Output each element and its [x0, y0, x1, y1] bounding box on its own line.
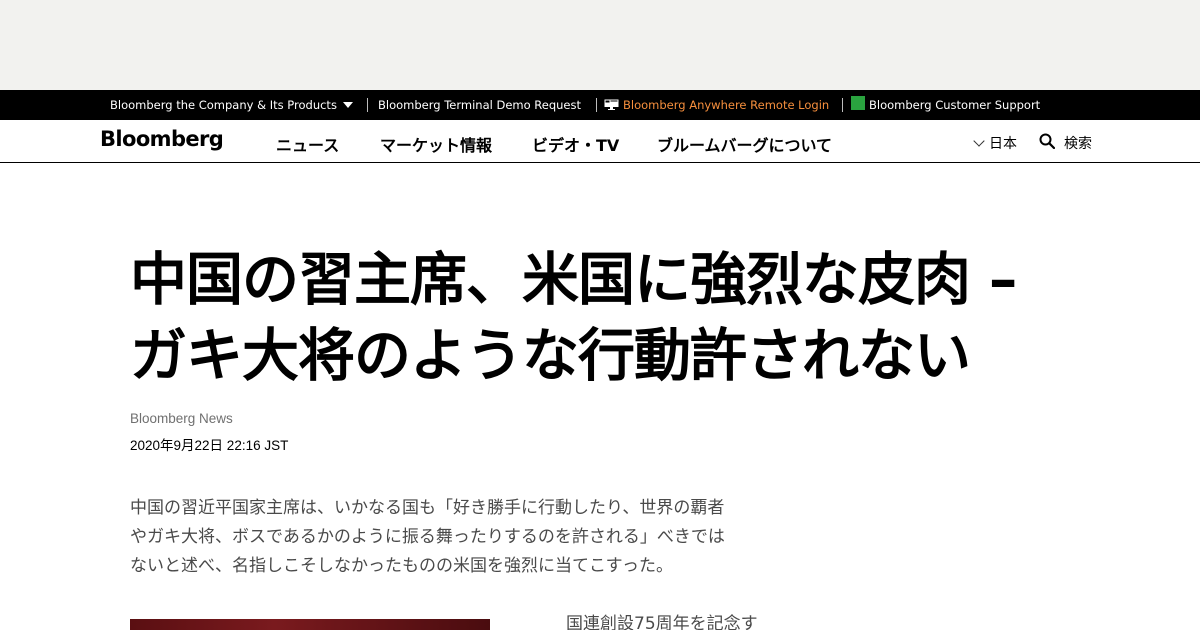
nav-news[interactable]: ニュース	[276, 132, 339, 156]
anywhere-remote-login-link[interactable]: Bloomberg Anywhere Remote Login	[623, 90, 829, 120]
divider	[596, 98, 597, 112]
article-lede: 中国の習近平国家主席は、いかなる国も「好き勝手に行動したり、世界の覇者 やガキ大…	[130, 494, 770, 581]
search-button[interactable]: 検索	[1064, 133, 1092, 153]
lede-line: 中国の習近平国家主席は、いかなる国も「好き勝手に行動したり、世界の覇者	[130, 498, 725, 518]
bloomberg-logo[interactable]: Bloomberg	[100, 127, 224, 151]
language-label: 日本	[989, 136, 1017, 152]
company-products-link[interactable]: Bloomberg the Company & Its Products	[110, 90, 353, 120]
chevron-down-icon	[973, 135, 985, 147]
search-icon[interactable]	[1039, 133, 1055, 149]
main-nav: Bloomberg ニュース マーケット情報 ビデオ・TV ブルームバーグについ…	[0, 120, 1200, 163]
article-image	[130, 619, 490, 630]
divider	[842, 98, 843, 112]
headline-line: ガキ大将のような行動許されない	[130, 323, 971, 389]
article-headline: 中国の習主席、米国に強烈な皮肉 – ガキ大将のような行動許されない	[130, 242, 1090, 394]
nav-video-tv[interactable]: ビデオ・TV	[532, 132, 619, 156]
divider	[367, 98, 368, 112]
corporate-bar: Bloomberg the Company & Its Products Blo…	[0, 90, 1200, 120]
customer-support-link[interactable]: Bloomberg Customer Support	[869, 90, 1040, 120]
nav-market-info[interactable]: マーケット情報	[380, 132, 492, 156]
lede-line: やガキ大将、ボスであるかのように振る舞ったりするのを許される」べきでは	[130, 527, 725, 547]
company-products-label: Bloomberg the Company & Its Products	[110, 98, 337, 112]
nav-about-bloomberg[interactable]: ブルームバーグについて	[657, 132, 832, 156]
headline-line: 中国の習主席、米国に強烈な皮肉 –	[130, 247, 1017, 313]
ad-banner	[0, 0, 1200, 90]
timestamp: 2020年9月22日 22:16 JST	[130, 438, 289, 453]
caret-down-icon	[342, 102, 353, 108]
monitor-icon	[604, 99, 619, 110]
byline[interactable]: Bloomberg News	[130, 411, 233, 426]
terminal-demo-link[interactable]: Bloomberg Terminal Demo Request	[378, 90, 581, 120]
article-body-text: 国連創設75周年を記念す	[566, 614, 758, 630]
support-icon	[851, 96, 865, 110]
lede-line: ないと述べ、名指しこそしなかったものの米国を強烈に当てこすった。	[130, 556, 673, 576]
language-selector[interactable]: 日本	[973, 133, 1017, 153]
